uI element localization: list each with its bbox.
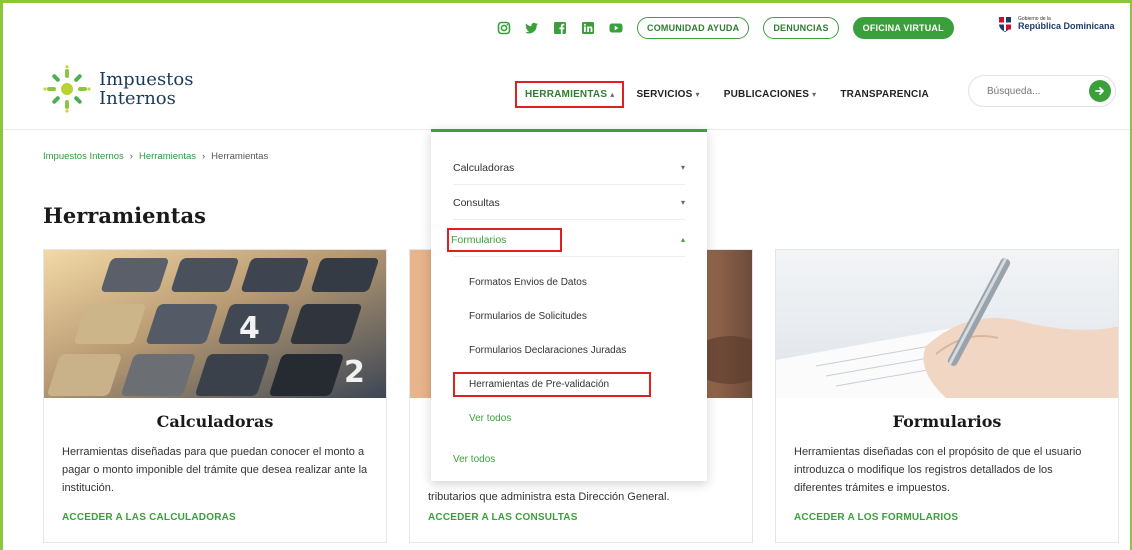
card-formularios: Formularios Herramientas diseñadas con e…: [775, 249, 1119, 543]
oficina-virtual-button[interactable]: OFICINA VIRTUAL: [852, 17, 954, 39]
instagram-icon[interactable]: [497, 21, 511, 35]
breadcrumb-separator-icon: ›: [202, 151, 206, 162]
search-placeholder: Búsqueda...: [987, 85, 1041, 97]
dropdown-item-calculadoras[interactable]: Calculadoras ▾: [453, 151, 685, 185]
formularios-image: [776, 250, 1118, 398]
dropdown-item-label: Consultas: [453, 196, 500, 209]
card-description: Herramientas diseñadas para que puedan c…: [62, 446, 368, 494]
submenu-ver-todos-link[interactable]: Ver todos: [469, 413, 511, 424]
facebook-icon[interactable]: [553, 21, 567, 35]
youtube-icon[interactable]: [609, 21, 623, 35]
card-description: Herramientas diseñadas con el propósito …: [794, 446, 1082, 494]
breadcrumb-separator-icon: ›: [129, 151, 133, 162]
denuncias-button[interactable]: DENUNCIAS: [763, 17, 839, 39]
chevron-down-icon: ▾: [812, 90, 817, 99]
page: COMUNIDAD AYUDA DENUNCIAS OFICINA VIRTUA…: [3, 3, 1130, 550]
coat-of-arms-icon: [999, 17, 1011, 32]
dropdown-ver-todos-link[interactable]: Ver todos: [453, 454, 495, 465]
dropdown-item-consultas[interactable]: Consultas ▾: [453, 186, 685, 220]
nav-item-label: TRANSPARENCIA: [840, 89, 929, 100]
dropdown-item-label: Formularios: [447, 227, 563, 252]
gov-big-text: República Dominicana: [1018, 21, 1115, 31]
linkedin-icon[interactable]: [581, 21, 595, 35]
chevron-up-icon: ▴: [610, 90, 615, 99]
site-logo[interactable]: Impuestos Internos: [43, 65, 194, 113]
nav-item-publicaciones[interactable]: PUBLICACIONES ▾: [712, 89, 829, 100]
nav-item-servicios[interactable]: SERVICIOS ▾: [624, 89, 711, 100]
nav-item-label: PUBLICACIONES: [723, 89, 810, 100]
nav-item-transparencia[interactable]: TRANSPARENCIA: [828, 89, 941, 100]
search-input[interactable]: Búsqueda...: [968, 75, 1116, 107]
submenu-item-formularios-solicitudes[interactable]: Formularios de Solicitudes: [469, 311, 587, 322]
breadcrumb-herramientas[interactable]: Herramientas: [139, 151, 196, 162]
comunidad-ayuda-button[interactable]: COMUNIDAD AYUDA: [637, 17, 750, 39]
page-title: Herramientas: [43, 203, 206, 228]
card-title: Formularios: [892, 412, 1002, 431]
card-link-consultas[interactable]: ACCEDER A LAS CONSULTAS: [428, 512, 578, 523]
svg-text:4: 4: [239, 311, 260, 346]
breadcrumb-home[interactable]: Impuestos Internos: [43, 151, 124, 162]
chevron-down-icon: ▾: [680, 198, 685, 207]
logo-burst-icon: [43, 65, 91, 113]
herramientas-dropdown: Calculadoras ▾ Consultas ▾ Formularios ▴…: [431, 129, 707, 481]
submenu-item-pre-validacion[interactable]: Herramientas de Pre-validación: [453, 372, 652, 397]
logo-line2: Internos: [99, 88, 176, 109]
chevron-down-icon: ▾: [680, 163, 685, 172]
breadcrumb-current: Herramientas: [211, 151, 269, 162]
gov-logo[interactable]: Gobierno de la República Dominicana: [997, 15, 1115, 33]
main-nav: HERRAMIENTAS ▴ SERVICIOS ▾ PUBLICACIONES…: [515, 81, 941, 108]
submenu-item-formatos-envios[interactable]: Formatos Envios de Datos: [469, 277, 587, 288]
chevron-up-icon: ▴: [680, 235, 685, 244]
search-submit-button[interactable]: [1089, 80, 1111, 102]
nav-item-label: SERVICIOS: [636, 89, 693, 100]
submenu-item-declaraciones-juradas[interactable]: Formularios Declaraciones Juradas: [469, 345, 626, 356]
breadcrumb: Impuestos Internos › Herramientas › Herr…: [43, 151, 268, 162]
card-link-calculadoras[interactable]: ACCEDER A LAS CALCULADORAS: [62, 512, 236, 523]
card-link-formularios[interactable]: ACCEDER A LOS FORMULARIOS: [794, 512, 958, 523]
top-bar: COMUNIDAD AYUDA DENUNCIAS OFICINA VIRTUA…: [497, 17, 954, 39]
card-title: Calculadoras: [156, 412, 274, 431]
twitter-icon[interactable]: [525, 21, 539, 35]
arrow-right-icon: [1095, 87, 1104, 95]
dropdown-item-label: Calculadoras: [453, 161, 515, 174]
card-description: tributarios que administra esta Direcció…: [428, 491, 670, 503]
chevron-down-icon: ▾: [695, 90, 700, 99]
svg-text:2: 2: [344, 355, 365, 390]
nav-item-herramientas[interactable]: HERRAMIENTAS ▴: [515, 81, 625, 108]
nav-item-label: HERRAMIENTAS: [525, 89, 608, 100]
logo-line1: Impuestos: [99, 68, 194, 90]
card-calculadoras: 4 2 Calculadoras Herramientas diseñadas …: [43, 249, 387, 543]
dropdown-item-formularios[interactable]: Formularios ▴: [447, 223, 685, 257]
calculator-image: 4 2: [44, 250, 386, 398]
